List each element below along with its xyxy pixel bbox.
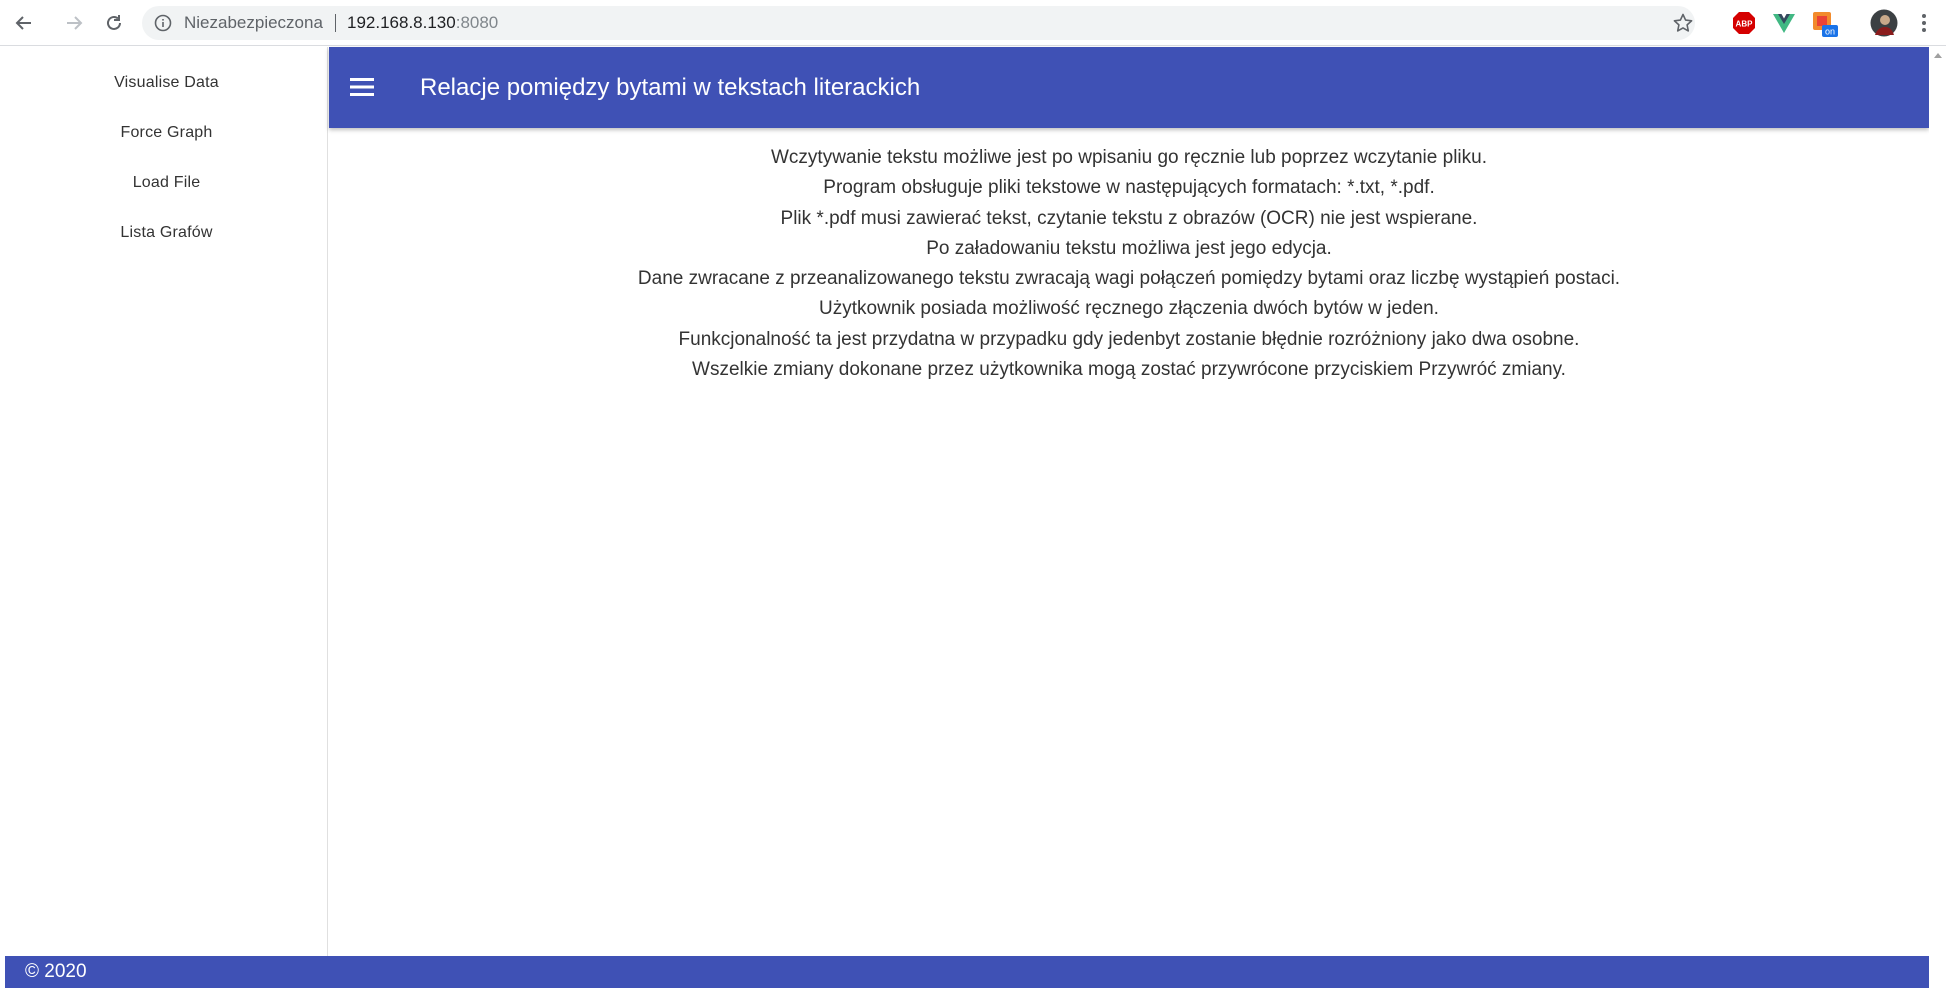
info-line: Użytkownik posiada możliwość ręcznego zł… — [819, 298, 1439, 320]
arrow-forward-icon[interactable] — [62, 11, 86, 35]
browser-toolbar: Niezabezpieczona 192.168.8.130:8080 ABP … — [0, 0, 1946, 46]
scrollbar[interactable] — [1929, 47, 1946, 988]
info-line: Funkcjonalność ta jest przydatna w przyp… — [678, 328, 1580, 350]
extension-badge: on — [1825, 27, 1835, 37]
hamburger-menu-icon[interactable] — [349, 74, 375, 100]
info-line: Dane zwracane z przeanalizowanego tekstu… — [637, 268, 1621, 290]
address-bar[interactable]: Niezabezpieczona 192.168.8.130:8080 — [142, 6, 1695, 40]
info-line: Wszelkie zmiany dokonane przez użytkowni… — [692, 359, 1566, 381]
sidebar-item-lista-grafow[interactable]: Lista Grafów — [5, 208, 328, 258]
avatar[interactable] — [1870, 9, 1898, 37]
app-bar: Relacje pomiędzy bytami w tekstach liter… — [329, 47, 1929, 128]
info-line: Plik *.pdf musi zawierać tekst, czytanie… — [780, 207, 1478, 229]
url-port: :8080 — [455, 13, 499, 32]
sidebar-item-force-graph[interactable]: Force Graph — [5, 108, 328, 158]
adblock-label: ABP — [1736, 20, 1754, 29]
info-icon[interactable] — [154, 14, 172, 32]
star-icon[interactable] — [1672, 12, 1694, 34]
reload-icon[interactable] — [102, 11, 126, 35]
sidebar: Visualise Data Force Graph Load File Lis… — [5, 47, 328, 956]
info-text-block: Wczytywanie tekstu możliwe jest po wpisa… — [329, 143, 1929, 385]
url-host: 192.168.8.130 — [347, 13, 456, 32]
scroll-up-arrow-icon[interactable] — [1934, 53, 1942, 58]
address-separator — [335, 14, 336, 32]
sidebar-item-visualise-data[interactable]: Visualise Data — [5, 58, 328, 108]
adblock-icon[interactable]: ABP — [1732, 11, 1756, 35]
more-vert-icon[interactable] — [1912, 11, 1936, 35]
info-line: Program obsługuje pliki tekstowe w nastę… — [823, 177, 1435, 199]
info-line: Wczytywanie tekstu możliwe jest po wpisa… — [771, 147, 1487, 168]
info-line: Po załadowaniu tekstu możliwa jest jego … — [926, 237, 1332, 259]
url-text[interactable]: 192.168.8.130:8080 — [347, 13, 498, 33]
arrow-back-icon[interactable] — [12, 11, 36, 35]
footer: © 2020 — [5, 956, 1929, 988]
extension-on-icon[interactable]: on — [1812, 11, 1838, 37]
copyright-text: © 2020 — [25, 961, 87, 982]
sidebar-item-load-file[interactable]: Load File — [5, 158, 328, 208]
security-label[interactable]: Niezabezpieczona — [184, 13, 323, 33]
vue-devtools-icon[interactable] — [1772, 11, 1796, 35]
page-title: Relacje pomiędzy bytami w tekstach liter… — [420, 74, 921, 101]
